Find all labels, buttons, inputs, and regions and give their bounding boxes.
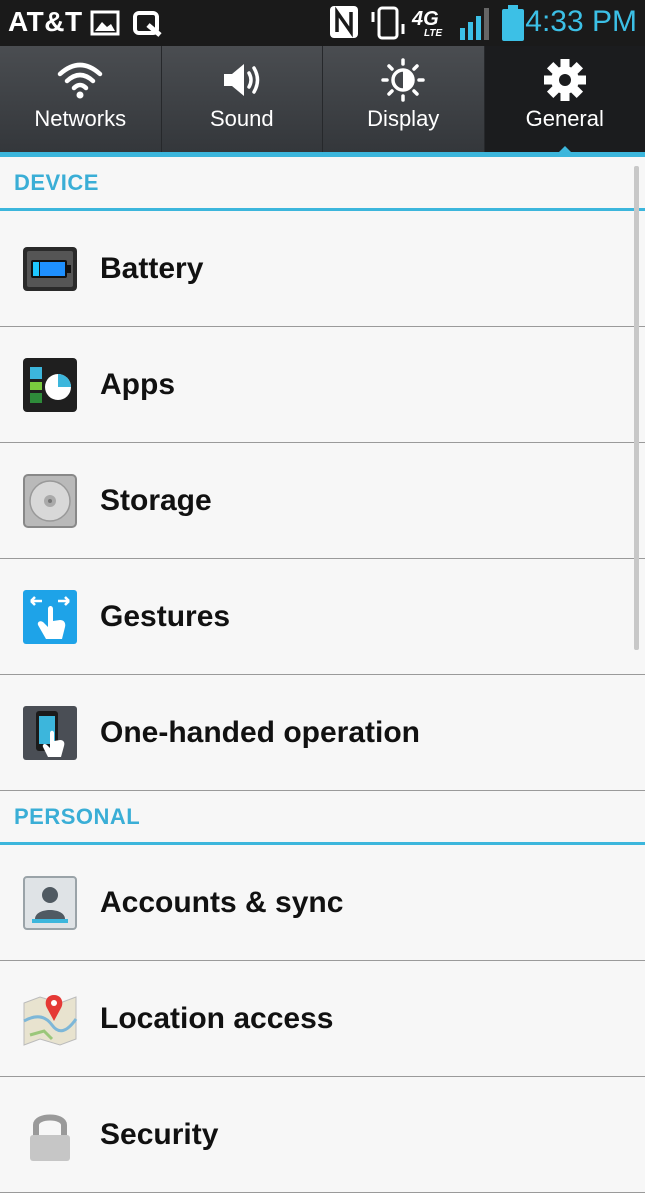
nfc-icon <box>328 4 360 40</box>
tab-label: Display <box>367 106 439 132</box>
vibrate-icon <box>370 4 406 42</box>
list-item-storage[interactable]: Storage <box>0 443 645 559</box>
list-item-label: Gestures <box>100 600 230 634</box>
speaker-icon <box>218 60 266 100</box>
list-item-label: Security <box>100 1118 218 1152</box>
one-handed-icon <box>22 705 78 761</box>
list-item-gestures[interactable]: Gestures <box>0 559 645 675</box>
status-bar: AT&T 4G LTE 4:33 PM <box>0 0 645 46</box>
settings-list: DEVICE Battery Apps <box>0 157 645 1193</box>
gear-icon <box>541 58 589 102</box>
section-header-personal: PERSONAL <box>0 791 645 845</box>
location-icon <box>22 991 78 1047</box>
tab-label: General <box>526 106 604 132</box>
tab-label: Sound <box>210 106 274 132</box>
list-item-battery[interactable]: Battery <box>0 211 645 327</box>
list-item-label: Storage <box>100 484 212 518</box>
accounts-icon <box>22 875 78 931</box>
brightness-icon <box>379 58 427 102</box>
battery-icon <box>22 246 78 292</box>
section-header-device: DEVICE <box>0 157 645 211</box>
gallery-icon <box>90 9 120 37</box>
tab-label: Networks <box>34 106 126 132</box>
settings-tabs: Networks Sound <box>0 46 645 156</box>
clock: 4:33 PM <box>525 5 637 39</box>
list-item-security[interactable]: Security <box>0 1077 645 1193</box>
tab-display[interactable]: Display <box>323 46 485 156</box>
lock-icon <box>22 1107 78 1163</box>
list-item-location[interactable]: Location access <box>0 961 645 1077</box>
list-item-apps[interactable]: Apps <box>0 327 645 443</box>
list-item-label: Battery <box>100 252 203 286</box>
tab-networks[interactable]: Networks <box>0 46 162 156</box>
list-item-label: Apps <box>100 368 175 402</box>
network-sub-label: LTE <box>424 28 442 39</box>
scrollbar[interactable] <box>634 166 639 650</box>
list-item-accounts[interactable]: Accounts & sync <box>0 845 645 961</box>
storage-icon <box>22 473 78 529</box>
list-item-label: Location access <box>100 1002 333 1036</box>
battery-icon <box>500 4 526 42</box>
list-item-one-handed[interactable]: One-handed operation <box>0 675 645 791</box>
signal-icon <box>458 4 494 42</box>
4g-lte-icon: 4G LTE <box>410 8 450 42</box>
wifi-icon <box>56 60 104 100</box>
q-slide-icon <box>132 9 164 37</box>
list-item-label: One-handed operation <box>100 716 420 750</box>
tab-general[interactable]: General <box>485 46 645 156</box>
gestures-icon <box>22 589 78 645</box>
apps-icon <box>22 357 78 413</box>
carrier-label: AT&T <box>8 6 83 38</box>
list-item-label: Accounts & sync <box>100 886 343 920</box>
tab-sound[interactable]: Sound <box>162 46 324 156</box>
